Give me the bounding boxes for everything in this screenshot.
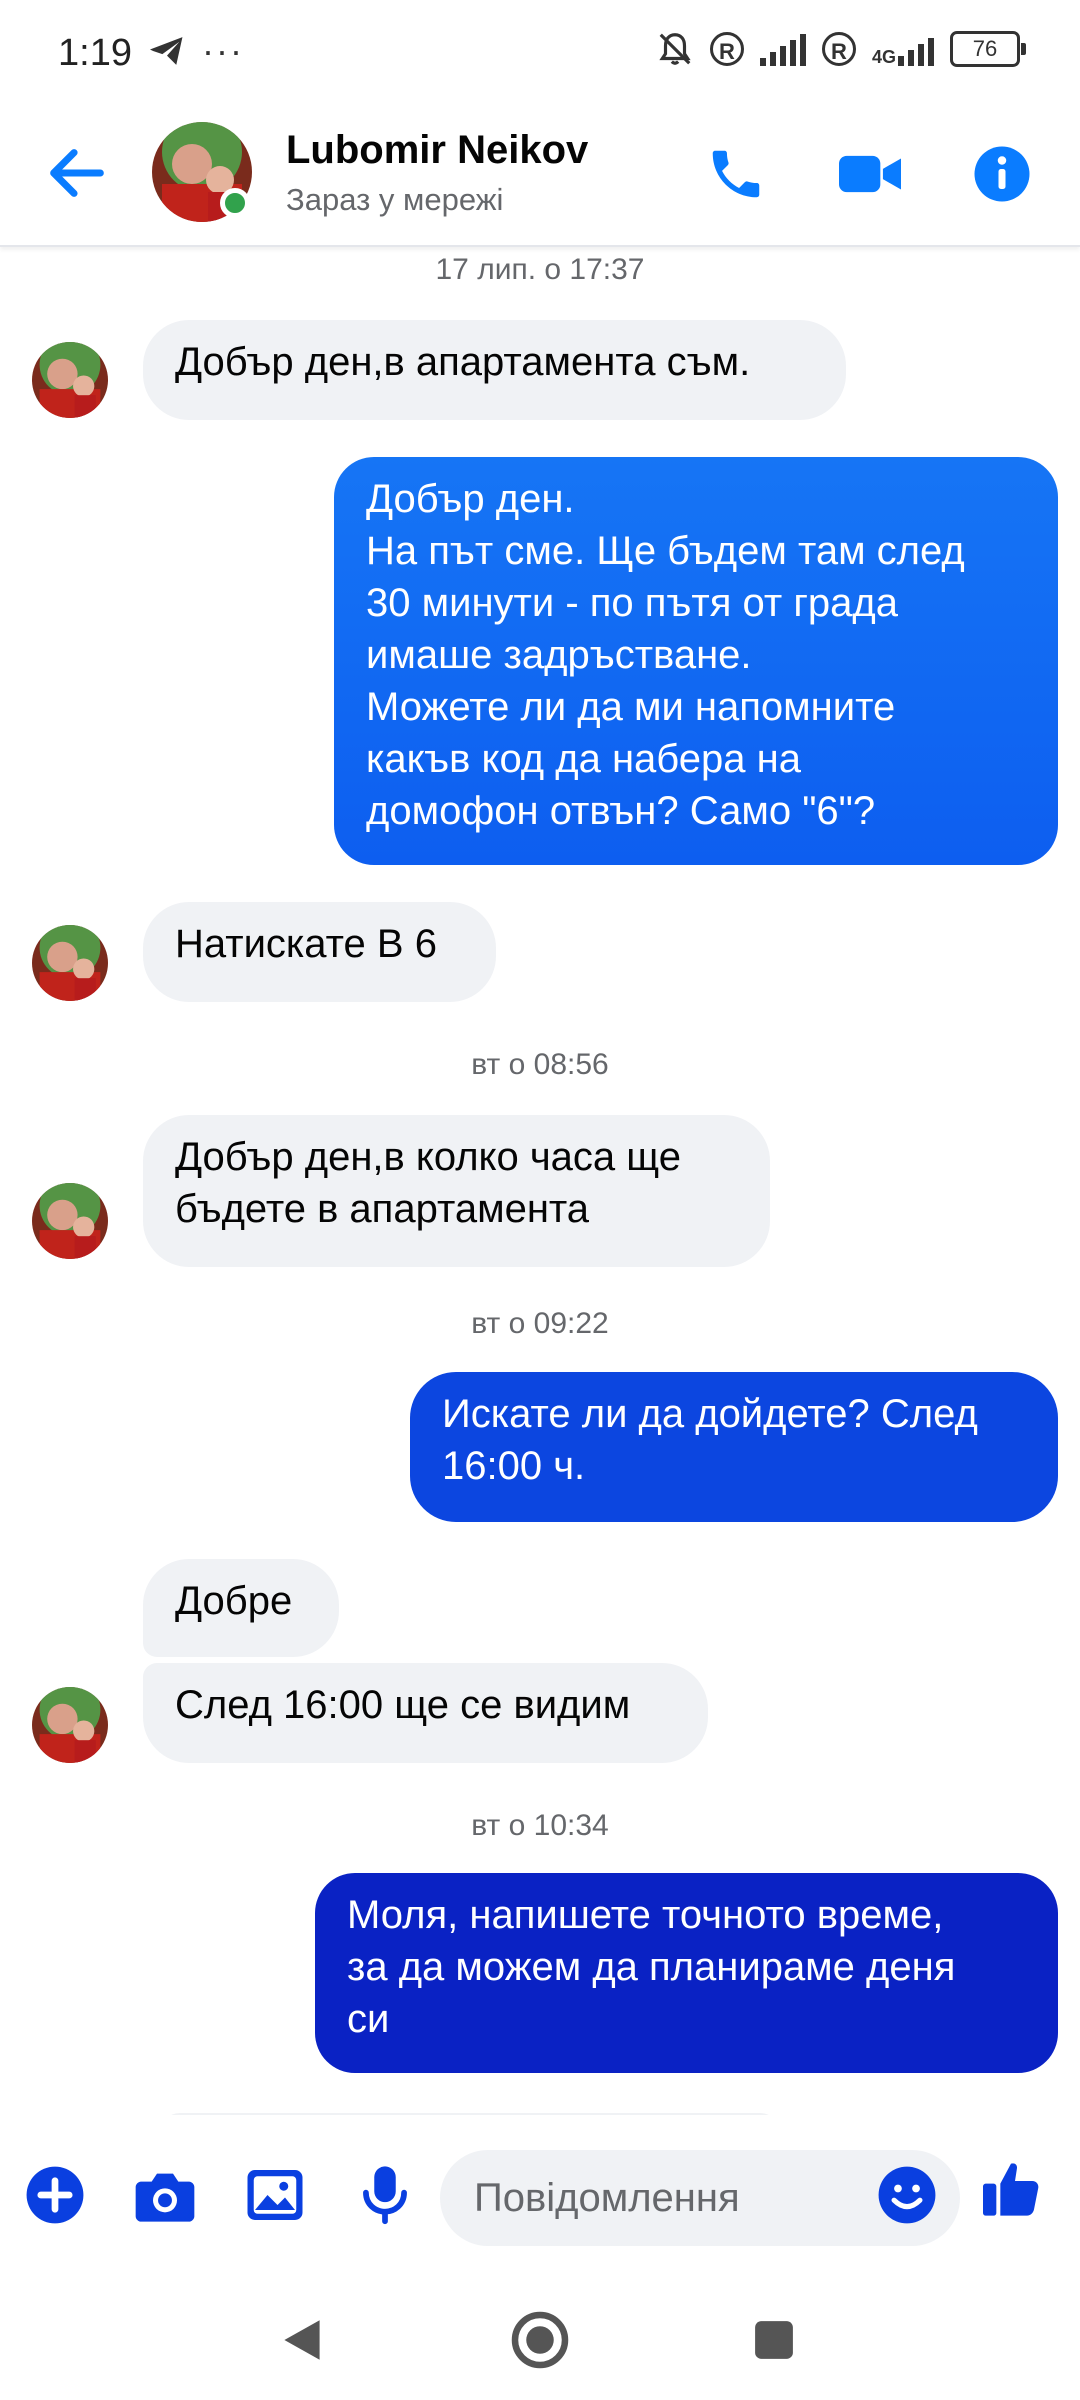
back-button[interactable] [42, 138, 112, 208]
smiley-icon [878, 2166, 936, 2224]
contact-avatar-small[interactable] [32, 342, 108, 418]
arrow-left-icon [50, 149, 104, 197]
timestamp: 17 лип. о 17:37 [435, 253, 645, 286]
contact-avatar-small[interactable] [32, 1183, 108, 1259]
message-incoming[interactable]: Добър ден,в колко часа ще бъдете в апарт… [143, 1115, 770, 1267]
status-bar: 1:19 ··· R R 4G 76 [0, 0, 1080, 110]
status-time: 1:19 [58, 32, 132, 74]
call-button[interactable] [700, 138, 772, 210]
timestamp: вт о 09:22 [471, 1307, 609, 1340]
nav-home-button[interactable] [500, 2300, 580, 2380]
more-notifications-icon: ··· [202, 30, 244, 71]
message-composer [0, 2120, 1080, 2280]
message-list[interactable]: 17 лип. о 17:37 Добър ден,в апартамента … [0, 245, 1080, 2115]
message-incoming[interactable]: Добър ден,в апартамента съм. [143, 320, 846, 420]
nav-recents-button[interactable] [734, 2300, 814, 2380]
bell-muted-icon [659, 33, 691, 65]
contact-avatar-small[interactable] [32, 1687, 108, 1763]
message-incoming[interactable]: Натискате В 6 [143, 902, 496, 1002]
signal-icon [759, 32, 806, 66]
contact-name[interactable]: Lubomir Neikov [286, 128, 588, 173]
timestamp: вт о 08:56 [471, 1048, 609, 1081]
emoji-button[interactable] [872, 2160, 942, 2230]
triangle-back-icon [284, 2320, 320, 2360]
info-button[interactable] [966, 138, 1038, 210]
voice-button[interactable] [350, 2160, 420, 2230]
system-nav-bar [0, 2280, 1080, 2400]
gallery-button[interactable] [240, 2160, 310, 2230]
message-incoming[interactable]: Добре [143, 1559, 339, 1657]
nav-back-button[interactable] [262, 2300, 342, 2380]
info-icon [974, 146, 1030, 202]
video-camera-icon [839, 155, 901, 193]
message-outgoing[interactable]: Добър ден. На път сме. Ще бъдем там след… [334, 457, 1058, 865]
conversation-header: Lubomir Neikov Зараз у мережі [0, 110, 1080, 247]
telegram-icon [150, 37, 183, 65]
camera-button[interactable] [130, 2160, 200, 2230]
plus-icon [26, 2166, 84, 2224]
image-icon [247, 2170, 303, 2220]
camera-icon [135, 2173, 195, 2222]
message-outgoing[interactable]: Искате ли да дойдете? След 16:00 ч. [410, 1372, 1058, 1522]
microphone-icon [363, 2166, 407, 2225]
square-recents-icon [755, 2321, 793, 2359]
video-call-button[interactable] [834, 138, 906, 210]
roaming-icon-2: R [821, 32, 856, 66]
network-type: 4G [871, 47, 896, 67]
home-circle-icon [511, 2311, 569, 2369]
battery-icon: 76 [950, 31, 1026, 67]
timestamp: вт о 10:34 [471, 1809, 609, 1842]
thumbs-up-icon [983, 2163, 1039, 2216]
like-button[interactable] [976, 2154, 1046, 2224]
presence-status: Зараз у мережі [286, 182, 504, 217]
message-incoming[interactable]: След 16:00 ще се видим [143, 1663, 708, 1763]
contact-avatar-small[interactable] [32, 925, 108, 1001]
phone-icon [712, 150, 760, 198]
signal-icon-2 [898, 32, 934, 66]
add-button[interactable] [20, 2160, 90, 2230]
message-outgoing[interactable]: Моля, напишете точното време, за да може… [315, 1873, 1058, 2073]
message-incoming-partial [160, 2113, 780, 2115]
online-indicator [220, 188, 250, 218]
roaming-icon: R [709, 32, 744, 66]
